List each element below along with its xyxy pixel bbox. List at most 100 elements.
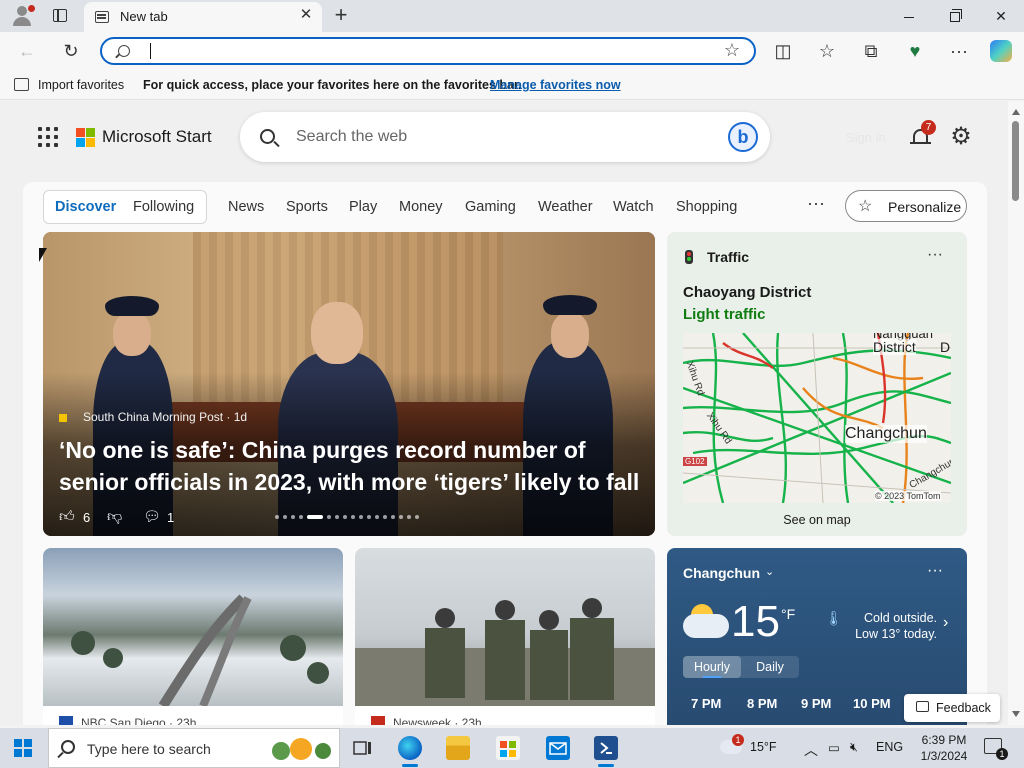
carousel-dot[interactable]: [415, 515, 419, 519]
publisher-logo: [59, 414, 67, 422]
taskbar-search-box[interactable]: Type here to search: [48, 728, 340, 768]
web-search-box[interactable]: Search the web b: [240, 112, 770, 162]
browser-essentials-icon[interactable]: ♥: [904, 40, 926, 62]
tab-shopping[interactable]: Shopping: [676, 199, 737, 215]
weather-city[interactable]: Changchun: [683, 565, 760, 581]
refresh-icon[interactable]: ↻: [60, 40, 82, 62]
close-tab-icon[interactable]: ✕: [298, 7, 314, 23]
profile-icon[interactable]: [10, 4, 35, 28]
tab-discover[interactable]: Discover: [55, 199, 116, 215]
feedback-button[interactable]: Feedback: [904, 694, 1000, 722]
carousel-dot[interactable]: [407, 515, 411, 519]
carousel-dot[interactable]: [335, 515, 339, 519]
powershell-icon[interactable]: [594, 736, 618, 767]
traffic-more-icon[interactable]: ···: [927, 246, 943, 264]
collections-icon[interactable]: ⧉: [860, 40, 882, 62]
sign-in-button[interactable]: Sign in: [846, 130, 886, 145]
hero-carousel[interactable]: South China Morning Post · 1d ‘No one is…: [43, 232, 655, 536]
tab-daily[interactable]: Daily: [741, 656, 799, 678]
favorite-star-icon[interactable]: ☆: [724, 40, 740, 61]
close-window-button[interactable]: ✕: [978, 0, 1024, 32]
tab-watch[interactable]: Watch: [613, 199, 654, 215]
taskbar-weather-temp[interactable]: 15°F: [750, 740, 777, 754]
split-screen-icon[interactable]: ◫: [772, 40, 794, 62]
carousel-dot[interactable]: [359, 515, 363, 519]
clock[interactable]: 6:39 PM 1/3/2024: [912, 732, 976, 764]
carousel-pager[interactable]: [275, 515, 435, 521]
task-view-icon[interactable]: [350, 736, 374, 760]
carousel-dot[interactable]: [327, 515, 331, 519]
tab-news[interactable]: News: [228, 199, 264, 215]
gear-icon[interactable]: ⚙: [950, 125, 972, 149]
windows-start-icon[interactable]: [14, 739, 32, 757]
bing-chat-icon[interactable]: b: [728, 122, 758, 152]
comment-icon[interactable]: 💬︎: [143, 508, 161, 525]
input-language[interactable]: ENG: [876, 740, 903, 754]
copilot-icon[interactable]: [990, 40, 1012, 62]
tab-money[interactable]: Money: [399, 199, 443, 215]
carousel-dot[interactable]: [375, 515, 379, 519]
chevron-up-icon[interactable]: ︿: [804, 740, 818, 760]
carousel-dot[interactable]: [343, 515, 347, 519]
tab-sports[interactable]: Sports: [286, 199, 328, 215]
tab-hourly[interactable]: Hourly: [683, 656, 741, 678]
more-tabs-button[interactable]: ···: [807, 193, 825, 214]
store-icon[interactable]: [496, 736, 520, 760]
network-icon[interactable]: ▭: [828, 740, 840, 755]
news-card-image: [355, 548, 655, 706]
manage-favorites-link[interactable]: Manage favorites now: [490, 78, 621, 92]
carousel-dot[interactable]: [299, 515, 303, 519]
tab-new-tab[interactable]: New tab ✕: [84, 2, 322, 32]
chevron-right-icon[interactable]: ›: [943, 614, 948, 632]
dislike-icon[interactable]: 👎︎: [107, 508, 122, 526]
traffic-status: Light traffic: [683, 306, 766, 323]
scroll-down-icon[interactable]: [1012, 711, 1020, 717]
notifications-bell-icon[interactable]: 7: [910, 120, 936, 148]
settings-more-icon[interactable]: ···: [948, 40, 970, 62]
traffic-card[interactable]: Traffic ··· Chaoyang District Light traf…: [667, 232, 967, 536]
carousel-dot[interactable]: [283, 515, 287, 519]
scroll-thumb[interactable]: [1012, 121, 1019, 201]
tab-gaming[interactable]: Gaming: [465, 199, 516, 215]
carousel-dot[interactable]: [383, 515, 387, 519]
mail-icon[interactable]: [546, 736, 570, 760]
search-icon: [260, 129, 275, 144]
weather-more-icon[interactable]: ···: [927, 562, 943, 580]
import-favorites-button[interactable]: Import favorites: [38, 78, 124, 92]
page-scrollbar[interactable]: [1008, 101, 1024, 725]
favorites-icon[interactable]: ☆: [816, 40, 838, 62]
traffic-map[interactable]: Nangguan District D Changchun Xihu Rd Xi…: [683, 333, 951, 503]
tab-play[interactable]: Play: [349, 199, 377, 215]
edge-icon[interactable]: [398, 736, 422, 767]
new-tab-button[interactable]: +: [330, 4, 352, 26]
news-card[interactable]: NBC San Diego · 23h: [43, 548, 343, 725]
file-explorer-icon[interactable]: [446, 736, 470, 760]
volume-muted-icon[interactable]: 🔇︎: [850, 740, 858, 755]
chevron-down-icon[interactable]: ⌄: [765, 565, 774, 578]
restore-button[interactable]: [932, 0, 978, 32]
personalize-button[interactable]: ☆ Personalize: [845, 190, 967, 222]
tab-weather[interactable]: Weather: [538, 199, 593, 215]
hero-headline[interactable]: ‘No one is safe’: China purges record nu…: [59, 434, 649, 498]
minimize-button[interactable]: [886, 0, 932, 32]
brand-title[interactable]: Microsoft Start: [102, 127, 212, 147]
tab-following[interactable]: Following: [133, 199, 194, 215]
like-icon[interactable]: 👍︎: [59, 508, 75, 526]
carousel-dot[interactable]: [275, 515, 279, 519]
address-bar[interactable]: ☆: [100, 37, 756, 65]
carousel-dot[interactable]: [367, 515, 371, 519]
notification-badge: 7: [921, 120, 936, 135]
news-card[interactable]: Newsweek · 23h: [355, 548, 655, 725]
carousel-dot[interactable]: [391, 515, 395, 519]
back-icon[interactable]: ←: [16, 40, 38, 62]
carousel-dot[interactable]: [307, 515, 323, 519]
scroll-up-icon[interactable]: [1012, 109, 1020, 115]
carousel-dot[interactable]: [291, 515, 295, 519]
hero-source[interactable]: South China Morning Post · 1d: [83, 410, 247, 424]
carousel-dot[interactable]: [351, 515, 355, 519]
feed-nav: Discover Following News Sports Play Mone…: [43, 190, 967, 224]
see-on-map-link[interactable]: See on map: [667, 513, 967, 527]
app-launcher-icon[interactable]: [38, 127, 58, 147]
tab-actions-icon[interactable]: [48, 6, 72, 26]
carousel-dot[interactable]: [399, 515, 403, 519]
